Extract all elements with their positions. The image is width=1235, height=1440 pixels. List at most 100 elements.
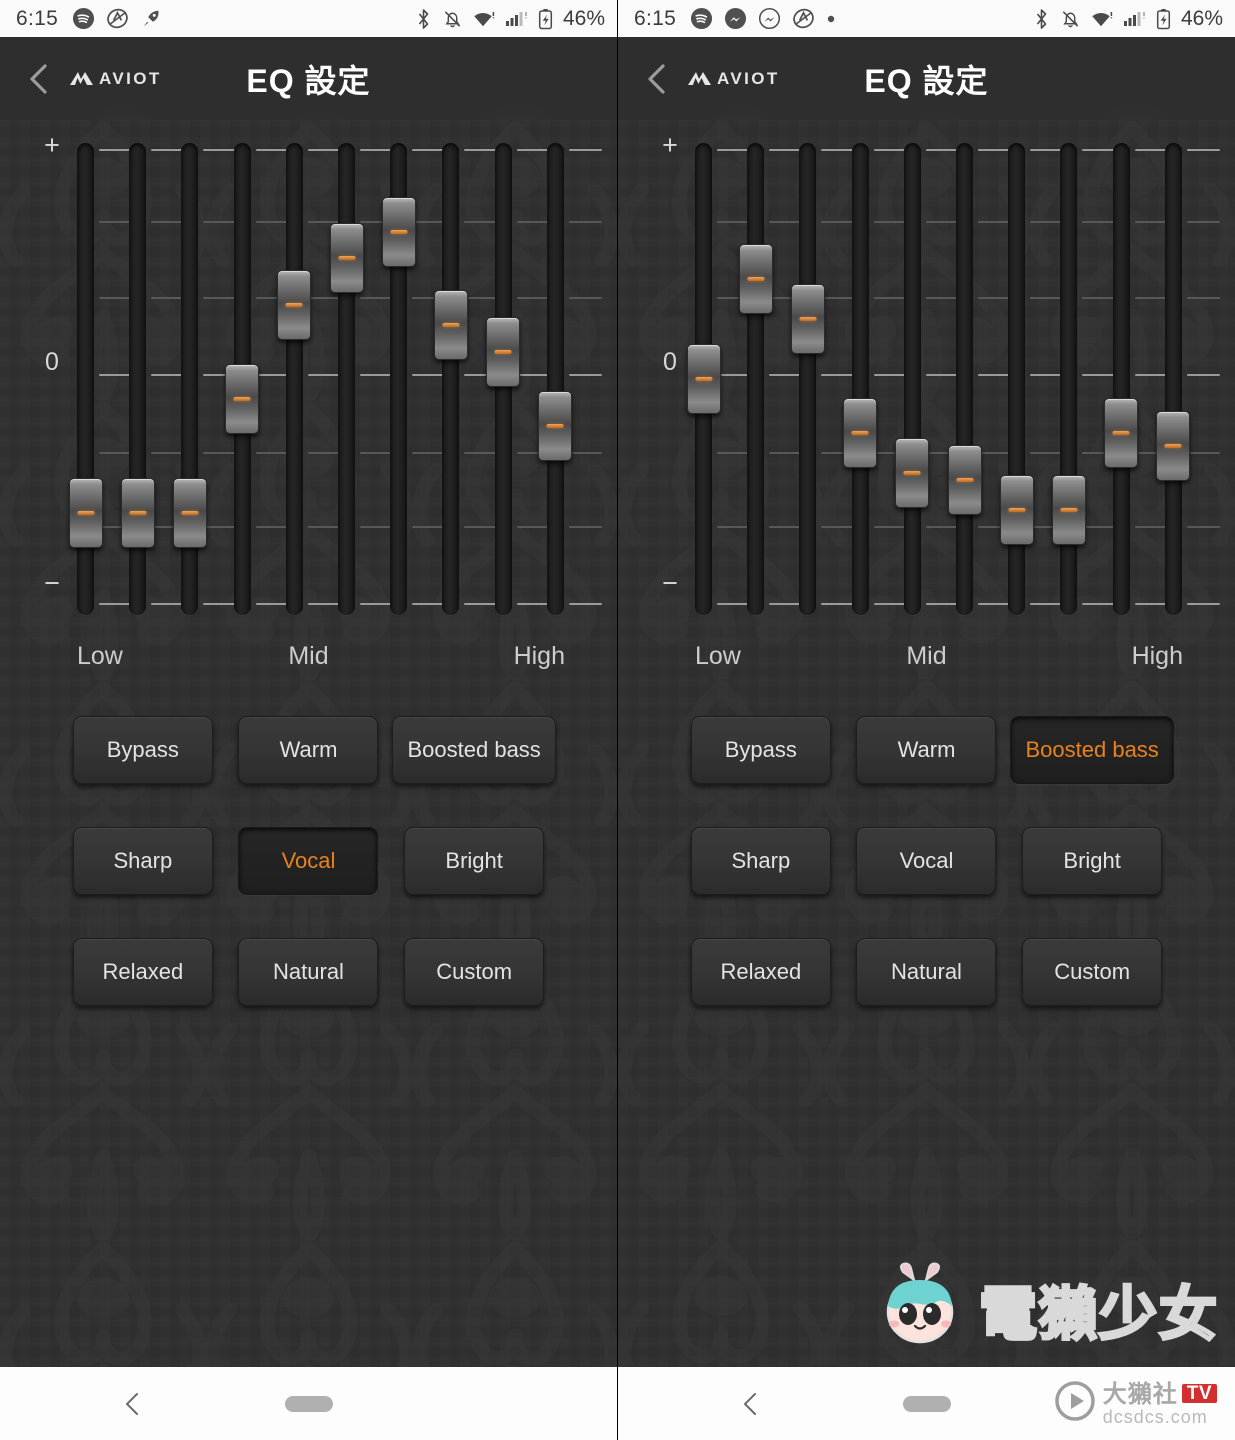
eq-slider-track[interactable] [338,143,355,615]
nav-back-chevron-icon[interactable] [118,1389,148,1419]
preset-button-custom[interactable]: Custom [1022,938,1163,1006]
eq-slider-thumb[interactable] [686,344,721,414]
eq-slider-band-8[interactable] [433,143,468,615]
back-chevron-icon[interactable] [634,56,680,102]
eq-slider-band-8[interactable] [1051,143,1086,615]
eq-slider-band-10[interactable] [1156,143,1191,615]
cellular-signal-icon [505,8,529,30]
preset-button-bypass[interactable]: Bypass [690,716,831,784]
eq-scale-zero: 0 [663,348,677,376]
preset-button-boosted-bass[interactable]: Boosted bass [392,716,557,784]
eq-slider-thumb[interactable] [1051,474,1086,545]
preset-button-bypass[interactable]: Bypass [72,716,213,784]
eq-slider-thumb[interactable] [1156,411,1191,481]
nav-back-chevron-icon[interactable] [736,1389,766,1419]
cellular-signal-icon [1123,8,1147,30]
eq-slider-track[interactable] [285,143,303,615]
eq-slider-band-6[interactable] [947,143,982,615]
content-area-right: + 0 − Low Mid High Bypass Warm Boosted bas… [618,120,1235,1367]
eq-band-labels-left: Low Mid High [0,642,617,676]
eq-slider-thumb[interactable] [947,444,982,515]
eq-slider-track[interactable] [1164,143,1182,615]
messenger-filled-icon [724,7,747,30]
eq-slider-thumb[interactable] [225,364,260,435]
eq-slider-band-7[interactable] [999,143,1034,615]
battery-percent: 46% [1180,6,1223,30]
eq-slider-band-9[interactable] [486,143,521,615]
eq-slider-thumb[interactable] [790,283,825,354]
eq-slider-track[interactable] [747,143,765,615]
preset-button-boosted-bass[interactable]: Boosted bass [1010,716,1175,784]
preset-button-bright[interactable]: Bright [404,827,545,895]
eq-slider-thumb[interactable] [1104,397,1139,468]
preset-button-warm[interactable]: Warm [238,716,379,784]
eq-slider-thumb[interactable] [433,290,468,361]
eq-slider-band-3[interactable] [172,143,207,615]
status-right-icons: 46% [414,7,605,31]
eq-slider-thumb[interactable] [843,397,878,468]
eq-slider-band-6[interactable] [329,143,364,615]
preset-button-vocal[interactable]: Vocal [238,827,379,895]
eq-slider-band-10[interactable] [538,143,573,615]
home-pill-indicator[interactable] [902,1395,951,1412]
eq-slider-track[interactable] [799,143,817,615]
eq-slider-band-9[interactable] [1104,143,1139,615]
home-pill-indicator[interactable] [284,1395,333,1412]
tv-wordmark: 大獺社 TV dcsdcs.com [1103,1382,1217,1426]
eq-slider-band-5[interactable] [895,143,930,615]
preset-button-custom[interactable]: Custom [404,938,545,1006]
preset-button-relaxed[interactable]: Relaxed [72,938,213,1006]
eq-slider-band-2[interactable] [120,143,155,615]
eq-slider-track[interactable] [1112,143,1130,615]
eq-slider-band-4[interactable] [843,143,878,615]
band-label-high: High [513,642,565,670]
eq-scale-zero: 0 [45,348,59,376]
preset-button-sharp[interactable]: Sharp [72,827,213,895]
eq-slider-band-7[interactable] [381,143,416,615]
preset-button-vocal[interactable]: Vocal [856,827,997,895]
screen-right: 6:15 46% AVIOT EQ 設定 + 0 − Low Mid High … [617,0,1235,1440]
eq-slider-band-5[interactable] [277,143,312,615]
back-chevron-icon[interactable] [16,56,62,102]
eq-slider-track[interactable] [546,143,564,615]
eq-slider-thumb[interactable] [486,317,521,388]
spotify-icon [690,7,713,30]
eq-slider-thumb[interactable] [538,390,573,461]
eq-slider-track[interactable] [442,143,460,615]
dcsdcs-tv-logo: 大獺社 TV dcsdcs.com [1054,1380,1217,1427]
system-nav-bar-right: 大獺社 TV dcsdcs.com [618,1367,1235,1440]
wifi-icon [1090,8,1114,30]
band-label-mid: Mid [906,642,947,670]
wifi-icon [472,8,496,30]
preset-grid-left: Bypass Warm Boosted bass Sharp Vocal Bright Re… [0,716,617,1006]
band-label-low: Low [77,642,123,670]
eq-slider-thumb[interactable] [381,196,416,267]
eq-slider-track[interactable] [851,143,869,615]
eq-slider-band-1[interactable] [68,143,103,615]
eq-slider-thumb[interactable] [895,437,930,508]
eq-slider-thumb[interactable] [999,474,1034,545]
preset-button-sharp[interactable]: Sharp [690,827,831,895]
preset-button-warm[interactable]: Warm [856,716,997,784]
eq-slider-track[interactable] [903,143,921,615]
preset-button-relaxed[interactable]: Relaxed [690,938,831,1006]
eq-slider-thumb[interactable] [68,478,103,548]
eq-slider-thumb[interactable] [738,243,773,314]
status-right-icons: 46% [1032,7,1223,31]
eq-slider-group-left[interactable] [68,143,602,623]
eq-slider-group-right[interactable] [686,143,1220,623]
eq-slider-thumb[interactable] [172,478,207,548]
eq-slider-thumb[interactable] [277,270,312,341]
preset-button-natural[interactable]: Natural [238,938,379,1006]
eq-slider-thumb[interactable] [120,478,155,548]
preset-button-bright[interactable]: Bright [1022,827,1163,895]
dual-screenshot-container: 6:15 46% AVIOT EQ 設定 + 0 − Low Mid High … [0,0,1235,1440]
eq-slider-band-3[interactable] [790,143,825,615]
eq-slider-band-2[interactable] [738,143,773,615]
circle-logo-icon [792,7,815,30]
eq-slider-thumb[interactable] [329,223,364,294]
preset-button-natural[interactable]: Natural [856,938,997,1006]
eq-slider-band-1[interactable] [686,143,721,615]
eq-slider-band-4[interactable] [225,143,260,615]
eq-slider-track[interactable] [956,143,973,615]
